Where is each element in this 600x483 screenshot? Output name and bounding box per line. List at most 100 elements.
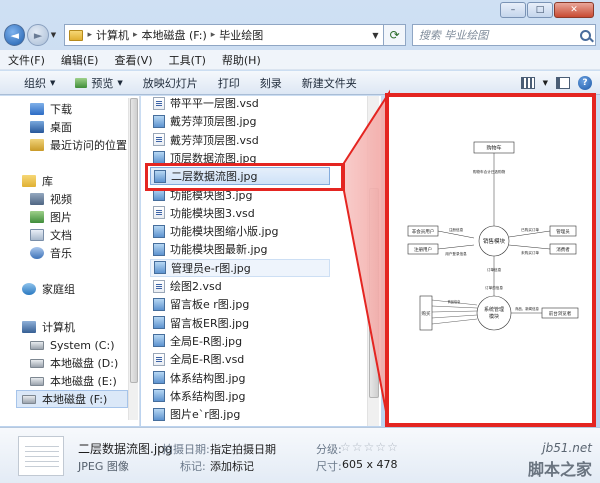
nav-item-drive-c[interactable]: System (C:) [30, 336, 115, 354]
file-item[interactable]: 戴芳萍顶层图.vsd [153, 131, 329, 149]
star-icon[interactable]: ☆ [387, 440, 398, 454]
node-cart-label: 购物车 [486, 145, 501, 152]
file-name: 体系结构图.jpg [170, 389, 246, 403]
file-item[interactable]: 功能模块图缩小版.jpg [153, 222, 329, 240]
chevron-down-icon[interactable]: ▼ [543, 79, 548, 87]
maximize-button[interactable]: □ [527, 2, 553, 18]
file-item[interactable]: 体系结构图.jpg [153, 387, 329, 405]
nav-item-pictures[interactable]: 图片 [30, 208, 72, 226]
organize-button[interactable]: 组织 ▼ [16, 75, 63, 91]
menu-help[interactable]: 帮助(H) [222, 52, 261, 68]
nav-scrollbar[interactable] [128, 98, 138, 420]
jpeg-file-icon [154, 261, 166, 275]
star-icon[interactable]: ☆ [375, 440, 386, 454]
menu-bar: 文件(F) 编辑(E) 查看(V) 工具(T) 帮助(H) [0, 50, 600, 70]
rating-stars[interactable]: ☆ ☆ ☆ ☆ ☆ [340, 440, 398, 454]
close-button[interactable]: ✕ [554, 2, 594, 18]
file-item[interactable]: 全局E-R图.jpg [153, 332, 329, 350]
change-view-icon[interactable] [520, 76, 535, 89]
jpeg-file-icon [153, 224, 165, 238]
size-value: 605 x 478 [342, 458, 398, 471]
chevron-right-icon[interactable]: ▸ [87, 30, 92, 40]
rating-label: 分级: [316, 443, 342, 456]
tags-value[interactable]: 添加标记 [210, 458, 254, 474]
file-item[interactable]: 体系结构图.jpg [153, 369, 329, 387]
forward-button[interactable]: ► [27, 24, 49, 46]
file-item[interactable]: 图片e`r图.jpg [153, 405, 329, 423]
breadcrumb-computer[interactable]: 计算机 [96, 27, 129, 43]
help-icon[interactable]: ? [578, 75, 592, 90]
refresh-button[interactable]: ⟳ [384, 24, 406, 46]
file-item[interactable]: 留言板e r图.jpg [153, 295, 329, 313]
visio-file-icon [153, 96, 165, 110]
nav-item-videos[interactable]: 视频 [30, 190, 72, 208]
recent-places-icon [30, 139, 44, 151]
preview-pane-icon[interactable] [556, 76, 570, 89]
star-icon[interactable]: ☆ [352, 440, 363, 454]
nav-item-label: 计算机 [42, 321, 75, 334]
file-item[interactable]: 功能模块图最新.jpg [153, 240, 329, 258]
nav-item-homegroup[interactable]: 家庭组 [22, 280, 75, 298]
address-bar[interactable]: ▸ 计算机 ▸ 本地磁盘 (F:) ▸ 毕业绘图 ▼ [64, 24, 385, 46]
visio-file-icon [153, 352, 165, 366]
file-name: 功能模块图最新.jpg [170, 243, 268, 257]
file-name: 全局E-R图.jpg [170, 334, 243, 348]
jpeg-file-icon [153, 389, 165, 403]
breadcrumb-drive-f[interactable]: 本地磁盘 (F:) [142, 27, 207, 43]
menu-view[interactable]: 查看(V) [114, 52, 152, 68]
node-consumer-label: 消费者 [556, 246, 570, 253]
slideshow-button[interactable]: 放映幻灯片 [135, 75, 206, 91]
menu-file[interactable]: 文件(F) [8, 52, 45, 68]
nav-item-drive-e[interactable]: 本地磁盘 (E:) [30, 372, 117, 390]
nav-item-documents[interactable]: 文档 [30, 226, 72, 244]
nav-item-libraries[interactable]: 库 [22, 172, 53, 190]
file-item[interactable]: 带平平一层图.vsd [153, 96, 329, 112]
print-button[interactable]: 打印 [210, 75, 248, 91]
file-name: 功能模块图缩小版.jpg [170, 225, 279, 239]
search-icon[interactable] [580, 29, 592, 41]
nav-item-desktop[interactable]: 桌面 [30, 118, 72, 136]
chevron-right-icon[interactable]: ▸ [211, 30, 216, 40]
preview-button[interactable]: 预览 ▼ [67, 75, 130, 91]
file-item[interactable]: 留言板ER图.jpg [153, 314, 329, 332]
nav-item-recent-places[interactable]: 最近访问的位置 [30, 136, 127, 154]
address-row: ◄ ► ▼ ▸ 计算机 ▸ 本地磁盘 (F:) ▸ 毕业绘图 ▼ ⟳ 搜索 毕业… [4, 22, 597, 48]
file-list-scrollbar-thumb[interactable] [369, 188, 379, 398]
file-item[interactable]: 绘图2.vsd [153, 277, 329, 295]
star-icon[interactable]: ☆ [364, 440, 375, 454]
nav-scrollbar-thumb[interactable] [130, 98, 138, 383]
back-button[interactable]: ◄ [4, 24, 26, 46]
nav-item-drive-d[interactable]: 本地磁盘 (D:) [30, 354, 118, 372]
file-item[interactable]: 全局E-R图.vsd [153, 350, 329, 368]
file-list-scrollbar[interactable] [367, 96, 379, 426]
nav-item-drive-f[interactable]: 本地磁盘 (F:) [16, 390, 128, 408]
nav-item-downloads[interactable]: 下载 [30, 100, 72, 118]
file-item[interactable]: 功能模块图3.vsd [153, 204, 329, 222]
node-reg-user-label: 注册用户 [414, 246, 432, 253]
nav-item-label: 图片 [50, 211, 72, 224]
shot-date-value[interactable]: 指定拍摄日期 [210, 441, 276, 457]
breadcrumb-folder[interactable]: 毕业绘图 [219, 27, 263, 43]
menu-tools[interactable]: 工具(T) [169, 52, 206, 68]
file-name: 带平平一层图.vsd [170, 97, 259, 110]
file-item[interactable]: 戴芳萍顶层图.jpg [153, 112, 329, 130]
minimize-button[interactable]: – [500, 2, 526, 18]
menu-edit[interactable]: 编辑(E) [61, 52, 99, 68]
file-name: 图片ER图.jpg [170, 424, 238, 426]
pictures-icon [30, 211, 44, 223]
chevron-right-icon[interactable]: ▸ [133, 30, 138, 40]
caption-buttons: – □ ✕ [500, 2, 594, 18]
nav-item-computer[interactable]: 计算机 [22, 318, 75, 336]
nav-item-music[interactable]: 音乐 [30, 244, 72, 262]
address-dropdown[interactable]: ▼ [367, 31, 383, 40]
file-item[interactable]: 图片ER图.jpg [153, 423, 329, 426]
star-icon[interactable]: ☆ [340, 440, 351, 454]
search-input[interactable]: 搜索 毕业绘图 [411, 24, 597, 46]
nav-item-label: 本地磁盘 (F:) [42, 393, 108, 406]
new-folder-button[interactable]: 新建文件夹 [294, 75, 365, 91]
recent-pages-dropdown[interactable]: ▼ [51, 31, 61, 39]
nav-item-label: 视频 [50, 193, 72, 206]
burn-button[interactable]: 刻录 [252, 75, 290, 91]
file-item[interactable]: 管理员e-r图.jpg [150, 258, 330, 277]
documents-icon [30, 229, 44, 241]
